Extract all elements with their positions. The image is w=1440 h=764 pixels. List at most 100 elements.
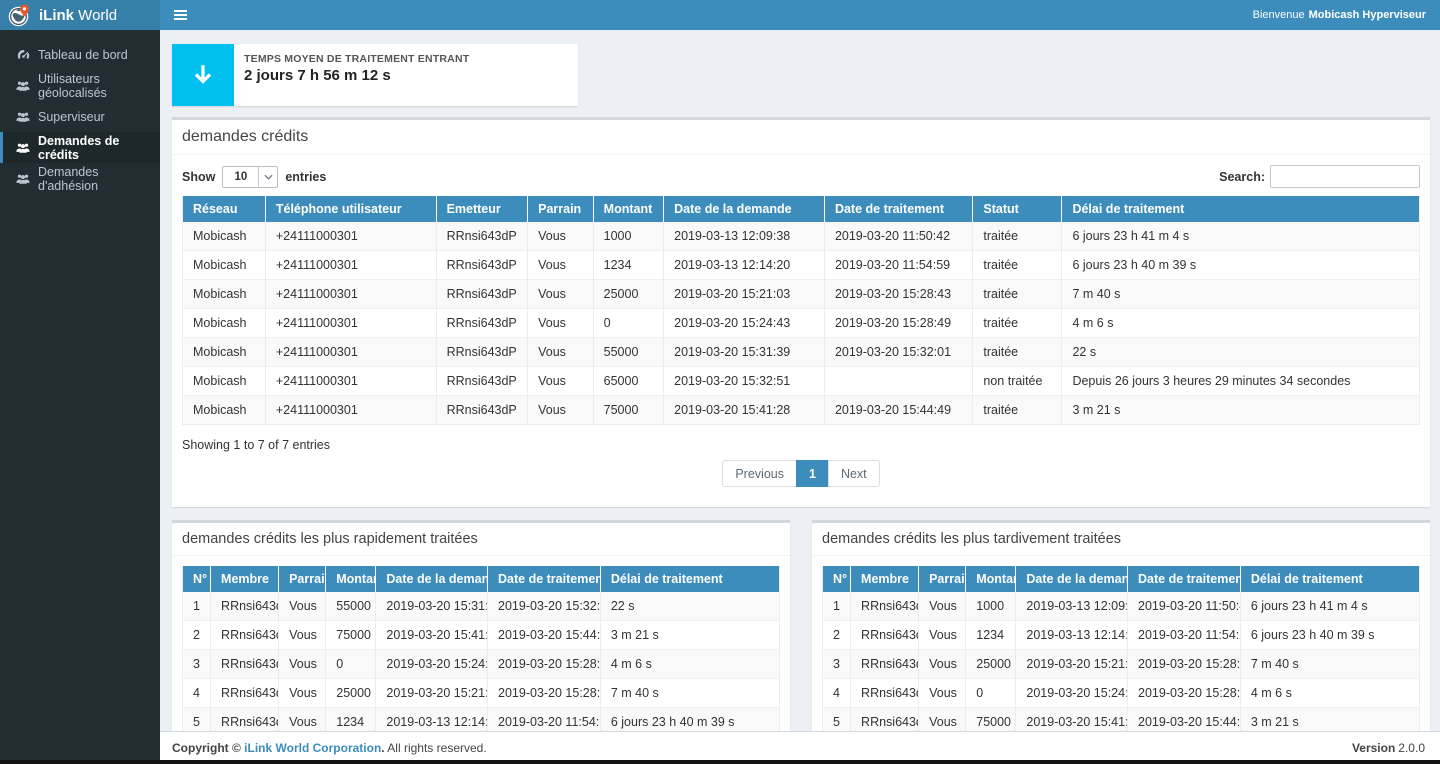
column-header[interactable]: Réseau — [183, 196, 266, 222]
table-cell: 2019-03-20 15:44:49 — [824, 396, 972, 425]
table-cell: 2019-03-20 15:21:03 — [376, 679, 488, 708]
column-header[interactable]: Parrain — [528, 196, 594, 222]
pagination-page-1-button[interactable]: 1 — [796, 460, 829, 487]
table-cell: Mobicash — [183, 367, 266, 396]
table-row: Mobicash+24111000301RRnsi643dPVous123420… — [183, 251, 1420, 280]
table-cell: 4 m 6 s — [1240, 679, 1419, 708]
table-cell: Mobicash — [183, 251, 266, 280]
table-cell: 25000 — [966, 650, 1016, 679]
pagination-next-button[interactable]: Next — [828, 460, 880, 487]
table-cell: Vous — [279, 679, 326, 708]
content-area: TEMPS MOYEN DE TRAITEMENT ENTRANT 2 jour… — [160, 30, 1440, 731]
table-cell: Vous — [919, 708, 966, 732]
stat-value: 2 jours 7 h 56 m 12 s — [244, 67, 469, 84]
table-cell: 2019-03-20 15:28:43 — [1128, 650, 1241, 679]
table-cell: Vous — [528, 222, 594, 251]
welcome-message: BienvenueMobicash Hyperviseur — [1253, 9, 1426, 21]
table-cell: RRnsi643dP — [211, 708, 279, 732]
column-header[interactable]: Date de traitement — [824, 196, 972, 222]
sidebar-toggle-icon[interactable] — [174, 10, 187, 20]
page-length-select[interactable]: 10 — [222, 166, 278, 188]
table-cell: Vous — [528, 367, 594, 396]
app-title: iLink World — [39, 7, 117, 24]
column-header: Montant — [966, 566, 1016, 592]
sidebar-item-tableau-de-bord[interactable]: Tableau de bord — [0, 39, 160, 70]
table-cell: traitée — [973, 280, 1062, 309]
sidebar-item-utilisateurs-geolocalises[interactable]: Utilisateurs géolocalisés — [0, 70, 160, 101]
table-cell: 3 — [183, 650, 211, 679]
table-row: Mobicash+24111000301RRnsi643dPVous02019-… — [183, 309, 1420, 338]
datatable-controls: Show 10 entries Search: — [182, 155, 1420, 196]
table-cell: 6 jours 23 h 40 m 39 s — [1062, 251, 1420, 280]
table-cell: 25000 — [593, 280, 664, 309]
column-header[interactable]: Montant — [593, 196, 664, 222]
sidebar-item-label: Utilisateurs géolocalisés — [38, 72, 160, 100]
search-input[interactable] — [1270, 165, 1420, 188]
table-cell: 1 — [823, 592, 851, 621]
table-cell — [824, 367, 972, 396]
table-cell: RRnsi643dP — [211, 650, 279, 679]
table-cell: 2 — [823, 621, 851, 650]
copyright-text: Copyright © iLink World Corporation. All… — [172, 741, 487, 755]
column-header[interactable]: Téléphone utilisateur — [265, 196, 436, 222]
table-cell: 2019-03-20 15:41:28 — [664, 396, 825, 425]
sidebar-item-label: Demandes de crédits — [38, 134, 160, 162]
table-cell: 0 — [966, 679, 1016, 708]
top-bar: iLink World BienvenueMobicash Hyperviseu… — [0, 0, 1440, 30]
table-cell: RRnsi643dP — [436, 367, 528, 396]
users-icon — [16, 173, 30, 184]
table-cell: 2019-03-20 15:28:43 — [824, 280, 972, 309]
table-cell: 2019-03-20 15:32:51 — [664, 367, 825, 396]
table-cell: 22 s — [1062, 338, 1420, 367]
table-cell: 1000 — [966, 592, 1016, 621]
column-header: Date de traitement — [1128, 566, 1241, 592]
table-cell: 2019-03-13 12:14:20 — [376, 708, 488, 732]
sidebar-item-demandes-adhesion[interactable]: Demandes d'adhésion — [0, 163, 160, 194]
table-cell: RRnsi643dP — [436, 309, 528, 338]
window-bottom-edge — [0, 760, 1440, 764]
table-header-row: N°MembreParrainMontantDate de la demande… — [823, 566, 1420, 592]
pagination-previous-button[interactable]: Previous — [722, 460, 797, 487]
column-header: Membre — [851, 566, 919, 592]
table-cell: 3 m 21 s — [1062, 396, 1420, 425]
table-cell: 2019-03-20 15:44:49 — [1128, 708, 1241, 732]
table-cell: Vous — [279, 650, 326, 679]
table-cell: 2019-03-20 11:54:59 — [488, 708, 601, 732]
table-row: 2RRnsi643dPVous12342019-03-13 12:14:2020… — [823, 621, 1420, 650]
table-info: Showing 1 to 7 of 7 entries — [182, 425, 1420, 454]
table-cell: 6 jours 23 h 41 m 4 s — [1240, 592, 1419, 621]
table-cell: RRnsi643dP — [211, 621, 279, 650]
sidebar-item-label: Tableau de bord — [38, 48, 128, 62]
column-header: N° — [823, 566, 851, 592]
table-row: 5RRnsi643dPVous12342019-03-13 12:14:2020… — [183, 708, 780, 732]
table-cell: RRnsi643dP — [436, 280, 528, 309]
table-row: Mobicash+24111000301RRnsi643dPVous750002… — [183, 396, 1420, 425]
dashboard-icon — [16, 49, 30, 60]
app-logo[interactable]: iLink World — [0, 0, 160, 30]
search-control: Search: — [1219, 165, 1420, 188]
sidebar-item-superviseur[interactable]: Superviseur — [0, 101, 160, 132]
table-cell: traitée — [973, 396, 1062, 425]
table-row: 3RRnsi643dPVous250002019-03-20 15:21:032… — [823, 650, 1420, 679]
column-header[interactable]: Emetteur — [436, 196, 528, 222]
table-cell: Vous — [528, 338, 594, 367]
table-cell: 6 jours 23 h 41 m 4 s — [1062, 222, 1420, 251]
table-cell: +24111000301 — [265, 338, 436, 367]
sidebar-item-demandes-de-credits[interactable]: Demandes de crédits — [0, 132, 160, 163]
column-header: Date de la demande — [1016, 566, 1128, 592]
column-header[interactable]: Statut — [973, 196, 1062, 222]
column-header[interactable]: Date de la demande — [664, 196, 825, 222]
table-cell: 4 m 6 s — [1062, 309, 1420, 338]
table-cell: 2019-03-20 15:28:49 — [1128, 679, 1241, 708]
table-cell: RRnsi643dP — [851, 650, 919, 679]
table-cell: 6 jours 23 h 40 m 39 s — [1240, 621, 1419, 650]
company-link[interactable]: iLink World Corporation — [244, 741, 381, 755]
table-cell: RRnsi643dP — [851, 621, 919, 650]
table-cell: 25000 — [326, 679, 376, 708]
table-cell: 2019-03-20 11:50:42 — [824, 222, 972, 251]
table-cell: RRnsi643dP — [436, 251, 528, 280]
column-header: Montant — [326, 566, 376, 592]
table-cell: 2019-03-20 15:21:03 — [664, 280, 825, 309]
table-row: 4RRnsi643dPVous250002019-03-20 15:21:032… — [183, 679, 780, 708]
column-header[interactable]: Délai de traitement — [1062, 196, 1420, 222]
